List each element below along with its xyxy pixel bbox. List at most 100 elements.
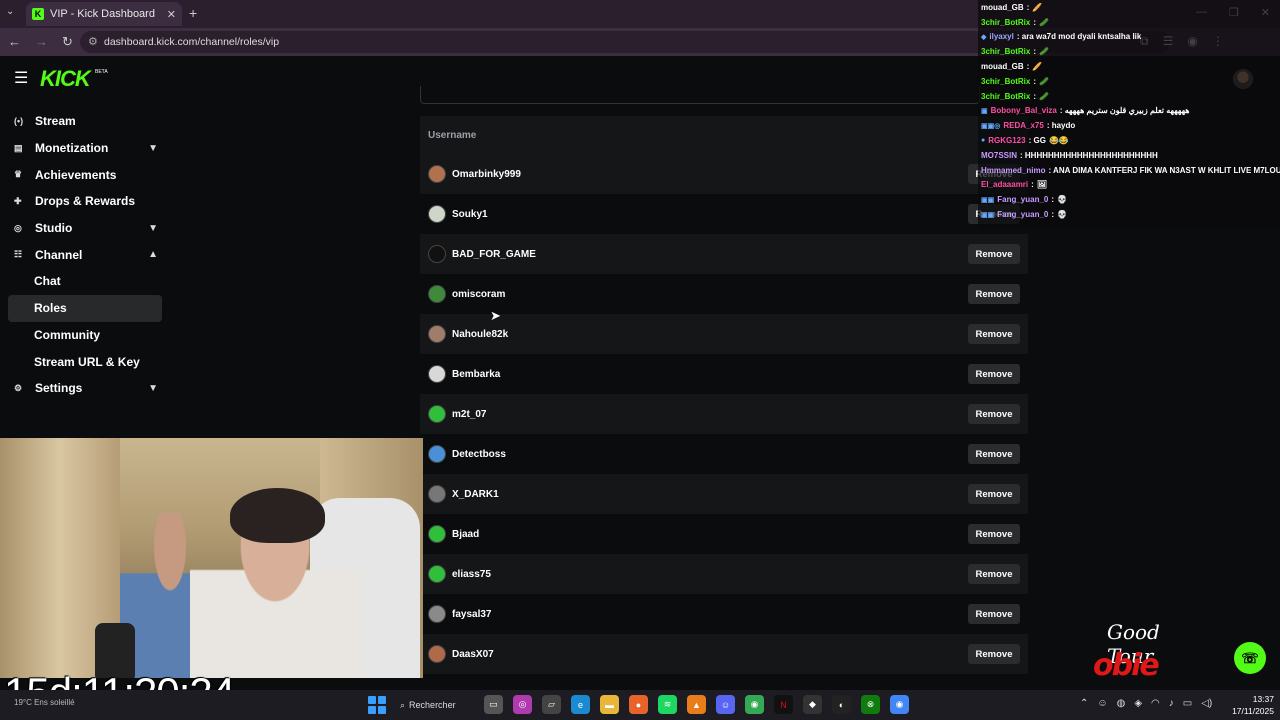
chat-text: : هههههه تعلم زبيري قلون ستريم ههههه [1059,106,1190,116]
wifi-icon[interactable]: ◠ [1151,698,1160,709]
table-header: Username [420,116,1028,154]
username[interactable]: Bembarka [452,369,500,380]
discord-tray-icon[interactable]: ☺ [1097,698,1107,709]
remove-button[interactable]: Remove [968,484,1020,504]
folder-icon[interactable]: ▬ [600,695,619,714]
chevron-down-icon[interactable]: ▼ [148,383,158,394]
avatar[interactable] [428,645,446,663]
instagram-icon[interactable]: ◎ [513,695,532,714]
remove-button[interactable]: Remove [968,404,1020,424]
sidebar-item-channel[interactable]: ☷ Channel ▲ [0,241,170,268]
app-tray-icon[interactable]: ◈ [1134,698,1142,709]
support-chat-icon[interactable]: ☏ [1234,642,1266,674]
username[interactable]: eliass75 [452,569,491,580]
taskbar-clock[interactable]: 13:37 17/11/2025 [1224,693,1274,717]
microphone-icon[interactable]: ♪ [1169,698,1174,709]
avatar[interactable] [428,405,446,423]
forward-icon[interactable]: → [35,34,48,50]
search-username-input[interactable] [420,86,980,104]
username[interactable]: Detectboss [452,449,506,460]
avatar[interactable] [428,605,446,623]
avatar[interactable] [428,365,446,383]
chat-username: Fang_yuan_0 [997,210,1049,220]
remove-button[interactable]: Remove [968,324,1020,344]
avatar[interactable] [428,525,446,543]
sidebar-item-stream-url-key[interactable]: Stream URL & Key [0,348,170,375]
avatar[interactable] [428,325,446,343]
system-tray: ⌃ ☺ ◍ ◈ ◠ ♪ ▭ ◁) [1080,698,1212,709]
spotify-icon[interactable]: ≋ [658,695,677,714]
reload-icon[interactable]: ↻ [62,34,73,50]
chat-message: ▣▣ Fang_yuan_0: 💀 [978,207,1280,222]
tab-search-icon[interactable]: ⌄ [6,6,14,17]
kick-logo[interactable]: KICK [40,66,91,92]
chevron-down-icon[interactable]: ▼ [148,223,158,234]
avatar[interactable] [428,485,446,503]
file-manager-icon[interactable]: ▱ [542,695,561,714]
xbox-icon[interactable]: ⊗ [861,695,880,714]
steam-tray-icon[interactable]: ◍ [1117,698,1126,709]
new-tab-icon[interactable]: + [189,5,197,21]
remove-button[interactable]: Remove [968,444,1020,464]
firefox-icon[interactable]: ● [629,695,648,714]
tray-chevron-icon[interactable]: ⌃ [1080,698,1088,709]
username[interactable]: Souky1 [452,209,488,220]
edge-icon[interactable]: e [571,695,590,714]
avatar[interactable] [428,165,446,183]
remove-button[interactable]: Remove [968,604,1020,624]
app-icon[interactable]: ◆ [803,695,822,714]
avatar[interactable] [428,205,446,223]
sidebar-item-label: Settings [35,381,83,396]
chevron-up-icon[interactable]: ▲ [148,249,158,260]
username[interactable]: X_DARK1 [452,489,499,500]
start-button[interactable] [368,696,386,714]
table-row: BAD_FOR_GAME Remove [420,234,1028,274]
sidebar-item-studio[interactable]: ◎ Studio ▼ [0,215,170,242]
sidebar-item-stream[interactable]: (•) Stream [0,108,170,135]
username[interactable]: faysal37 [452,609,491,620]
volume-icon[interactable]: ◁) [1201,698,1212,709]
username[interactable]: m2t_07 [452,409,486,420]
obs-icon[interactable]: ◐ [832,695,851,714]
netflix-icon[interactable]: N [774,695,793,714]
hamburger-menu-icon[interactable]: ☰ [14,68,28,88]
chrome-active-icon[interactable]: ◉ [890,695,909,714]
remove-button[interactable]: Remove [968,644,1020,664]
avatar[interactable] [428,565,446,583]
sidebar-item-settings[interactable]: ⚙ Settings ▼ [0,375,170,402]
remove-button[interactable]: Remove [968,244,1020,264]
chrome-icon[interactable]: ◉ [745,695,764,714]
username[interactable]: omiscoram [452,289,505,300]
username[interactable]: DaasX07 [452,649,494,660]
sidebar-item-achievements[interactable]: ♛ Achievements [0,161,170,188]
username[interactable]: Omarbinky999 [452,169,521,180]
sidebar-item-drops-rewards[interactable]: ✚ Drops & Rewards [0,188,170,215]
back-icon[interactable]: ← [8,34,21,50]
task-view-icon[interactable]: ▭ [484,695,503,714]
remove-button[interactable]: Remove [968,564,1020,584]
weather-widget[interactable]: 19°C Ens soleillé [14,698,75,707]
remove-button[interactable]: Remove [968,364,1020,384]
sidebar-item-community[interactable]: Community [0,322,170,349]
sidebar-item-monetization[interactable]: ▤ Monetization ▼ [0,135,170,162]
chat-badge-icon: ● [981,137,986,145]
chevron-down-icon[interactable]: ▼ [148,143,158,154]
sidebar-item-chat[interactable]: Chat [0,268,170,295]
close-tab-icon[interactable]: ✕ [167,8,176,21]
remove-button[interactable]: Remove [968,284,1020,304]
avatar[interactable] [428,285,446,303]
browser-tab[interactable]: K VIP - Kick Dashboard ✕ [26,2,182,26]
vlc-icon[interactable]: ▲ [687,695,706,714]
username[interactable]: Bjaad [452,529,479,540]
avatar[interactable] [428,445,446,463]
username[interactable]: BAD_FOR_GAME [452,249,536,260]
site-info-icon[interactable]: ⚙ [88,35,98,48]
avatar[interactable] [428,245,446,263]
username[interactable]: Nahoule82k [452,329,508,340]
remove-button[interactable]: Remove [968,524,1020,544]
discord-icon[interactable]: ☺ [716,695,735,714]
display-icon[interactable]: ▭ [1183,698,1192,709]
sidebar-item-roles[interactable]: Roles [8,294,162,322]
taskbar-search[interactable]: ⌕ Rechercher [400,695,472,715]
chat-message: 3chir_BotRix: 🥒 [978,15,1280,30]
